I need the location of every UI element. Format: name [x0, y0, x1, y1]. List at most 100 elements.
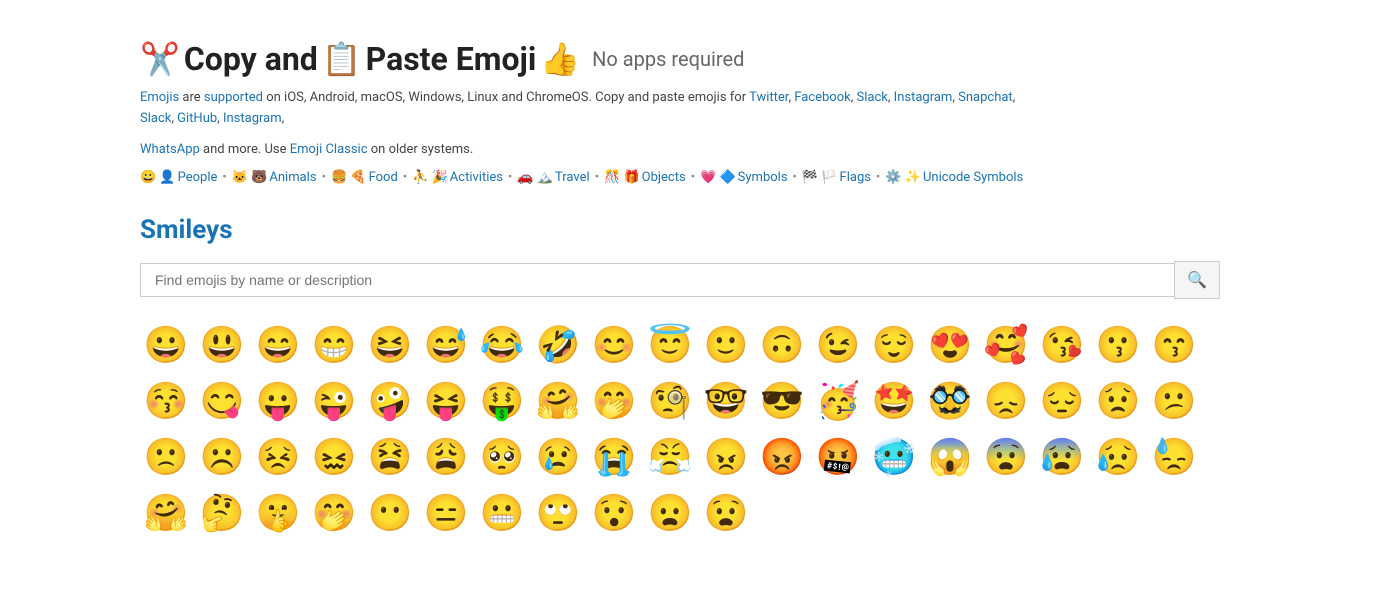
emoji-item[interactable]: 🤭	[308, 487, 360, 539]
sep8: ,	[282, 111, 285, 126]
emoji-item[interactable]: 😬	[476, 487, 528, 539]
emoji-item[interactable]: 😎	[756, 375, 808, 427]
emoji-item[interactable]: 🧐	[644, 375, 696, 427]
emoji-item[interactable]: 🙂	[700, 319, 752, 371]
nav-travel[interactable]: Travel	[555, 170, 590, 185]
search-button[interactable]: 🔍	[1174, 261, 1220, 299]
emoji-item[interactable]: 😓	[1148, 431, 1200, 483]
emoji-item[interactable]: 😕	[1148, 375, 1200, 427]
emoji-item[interactable]: 😄	[252, 319, 304, 371]
emoji-item[interactable]: 🙁	[140, 431, 192, 483]
emoji-item[interactable]: 🤑	[476, 375, 528, 427]
nav-activities[interactable]: Activities	[450, 170, 503, 185]
supported-link[interactable]: supported	[204, 90, 263, 105]
emoji-item[interactable]: 😖	[308, 431, 360, 483]
github-link[interactable]: GitHub	[177, 111, 217, 126]
emoji-item[interactable]: 😂	[476, 319, 528, 371]
category-nav: 😀 👤 People • 🐱 🐻 Animals • 🍔 🍕 Food • ⛹️…	[140, 170, 1379, 185]
smileys-section: Smileys 🔍 😀😃😄😁😆😅😂🤣😊😇🙂🙃😉😌😍🥰😘😗😙😚😋😛😜🤪😝🤑🤗🤭🧐🤓…	[140, 215, 1379, 539]
clipboard-emoji: 📋	[322, 40, 362, 78]
emoji-item[interactable]: 😠	[700, 431, 752, 483]
instagram2-link[interactable]: Instagram	[223, 111, 282, 126]
emoji-item[interactable]: 😫	[364, 431, 416, 483]
nav-flags[interactable]: Flags	[840, 170, 871, 185]
emoji-item[interactable]: 🤫	[252, 487, 304, 539]
emoji-item[interactable]: 😉	[812, 319, 864, 371]
emoji-item[interactable]: 🥺	[476, 431, 528, 483]
emoji-item[interactable]: 🙃	[756, 319, 808, 371]
emoji-item[interactable]: 😚	[140, 375, 192, 427]
emoji-item[interactable]: 😃	[196, 319, 248, 371]
emoji-item[interactable]: 😰	[1036, 431, 1088, 483]
emoji-item[interactable]: 😘	[1036, 319, 1088, 371]
emoji-item[interactable]: 😶	[364, 487, 416, 539]
facebook-link[interactable]: Facebook	[794, 90, 850, 105]
emoji-item[interactable]: 😁	[308, 319, 360, 371]
emoji-item[interactable]: 😇	[644, 319, 696, 371]
emoji-item[interactable]: 😊	[588, 319, 640, 371]
whatsapp-link[interactable]: WhatsApp	[140, 142, 200, 157]
emoji-item[interactable]: 😝	[420, 375, 472, 427]
emoji-item[interactable]: 🥳	[812, 375, 864, 427]
search-input[interactable]	[140, 263, 1174, 297]
emoji-item[interactable]: 🤣	[532, 319, 584, 371]
emoji-item[interactable]: 🤓	[700, 375, 752, 427]
nav-symbols[interactable]: Symbols	[738, 170, 788, 185]
instagram1-link[interactable]: Instagram	[894, 90, 953, 105]
emoji-item[interactable]: 😥	[1092, 431, 1144, 483]
emoji-item[interactable]: 🙄	[532, 487, 584, 539]
emoji-item[interactable]: 😑	[420, 487, 472, 539]
emoji-item[interactable]: 😤	[644, 431, 696, 483]
emoji-item[interactable]: 😩	[420, 431, 472, 483]
emojis-link[interactable]: Emojis	[140, 90, 179, 105]
emoji-item[interactable]: 😭	[588, 431, 640, 483]
slack1-link[interactable]: Slack	[857, 90, 888, 105]
emoji-item[interactable]: 😅	[420, 319, 472, 371]
emoji-item[interactable]: 😯	[588, 487, 640, 539]
emoji-item[interactable]: 😙	[1148, 319, 1200, 371]
slack2-link[interactable]: Slack	[140, 111, 171, 126]
emoji-item[interactable]: 🤬	[812, 431, 864, 483]
emoji-item[interactable]: 😟	[1092, 375, 1144, 427]
emoji-item[interactable]: 😛	[252, 375, 304, 427]
emoji-item[interactable]: 🤗	[532, 375, 584, 427]
nav-emoji-travel: 🚗 🏔️	[517, 170, 553, 185]
emoji-item[interactable]: 😱	[924, 431, 976, 483]
emoji-item[interactable]: 🥸	[924, 375, 976, 427]
emoji-item[interactable]: 😆	[364, 319, 416, 371]
nav-people[interactable]: People	[178, 170, 218, 185]
nav-animals[interactable]: Animals	[269, 170, 316, 185]
emoji-item[interactable]: 😌	[868, 319, 920, 371]
twitter-link[interactable]: Twitter	[749, 90, 788, 105]
emoji-item[interactable]: ☹️	[196, 431, 248, 483]
emoji-item[interactable]: 😨	[980, 431, 1032, 483]
emoji-item[interactable]: 🤭	[588, 375, 640, 427]
emoji-item[interactable]: 🥶	[868, 431, 920, 483]
nav-unicode-symbols[interactable]: Unicode Symbols	[923, 170, 1023, 185]
emoji-item[interactable]: 😀	[140, 319, 192, 371]
nav-food[interactable]: Food	[369, 170, 398, 185]
emoji-item[interactable]: 😋	[196, 375, 248, 427]
emoji-classic-link[interactable]: Emoji Classic	[290, 142, 368, 157]
emoji-item[interactable]: 😢	[532, 431, 584, 483]
emoji-item[interactable]: 🤪	[364, 375, 416, 427]
nav-objects[interactable]: Objects	[642, 170, 686, 185]
emoji-item[interactable]: 🤔	[196, 487, 248, 539]
nav-emoji-activities: ⛹️ 🎉	[412, 170, 448, 185]
emoji-item[interactable]: 🤗	[140, 487, 192, 539]
emoji-item[interactable]: 😜	[308, 375, 360, 427]
emoji-item[interactable]: 😣	[252, 431, 304, 483]
page-title: ✂️ Copy and 📋 Paste Emoji 👍 No apps requ…	[140, 40, 1379, 78]
emoji-item[interactable]: 😧	[700, 487, 752, 539]
emoji-item[interactable]: 😗	[1092, 319, 1144, 371]
emoji-item[interactable]: 😦	[644, 487, 696, 539]
emoji-item[interactable]: 😞	[980, 375, 1032, 427]
emoji-item[interactable]: 😔	[1036, 375, 1088, 427]
emoji-item[interactable]: 🥰	[980, 319, 1032, 371]
emoji-item[interactable]: 😡	[756, 431, 808, 483]
nav-emoji-unicode: ⚙️ ✨	[885, 170, 921, 185]
nav-emoji-objects: 🎊 🎁	[604, 170, 640, 185]
snapchat-link[interactable]: Snapchat	[958, 90, 1013, 105]
emoji-item[interactable]: 🤩	[868, 375, 920, 427]
emoji-item[interactable]: 😍	[924, 319, 976, 371]
